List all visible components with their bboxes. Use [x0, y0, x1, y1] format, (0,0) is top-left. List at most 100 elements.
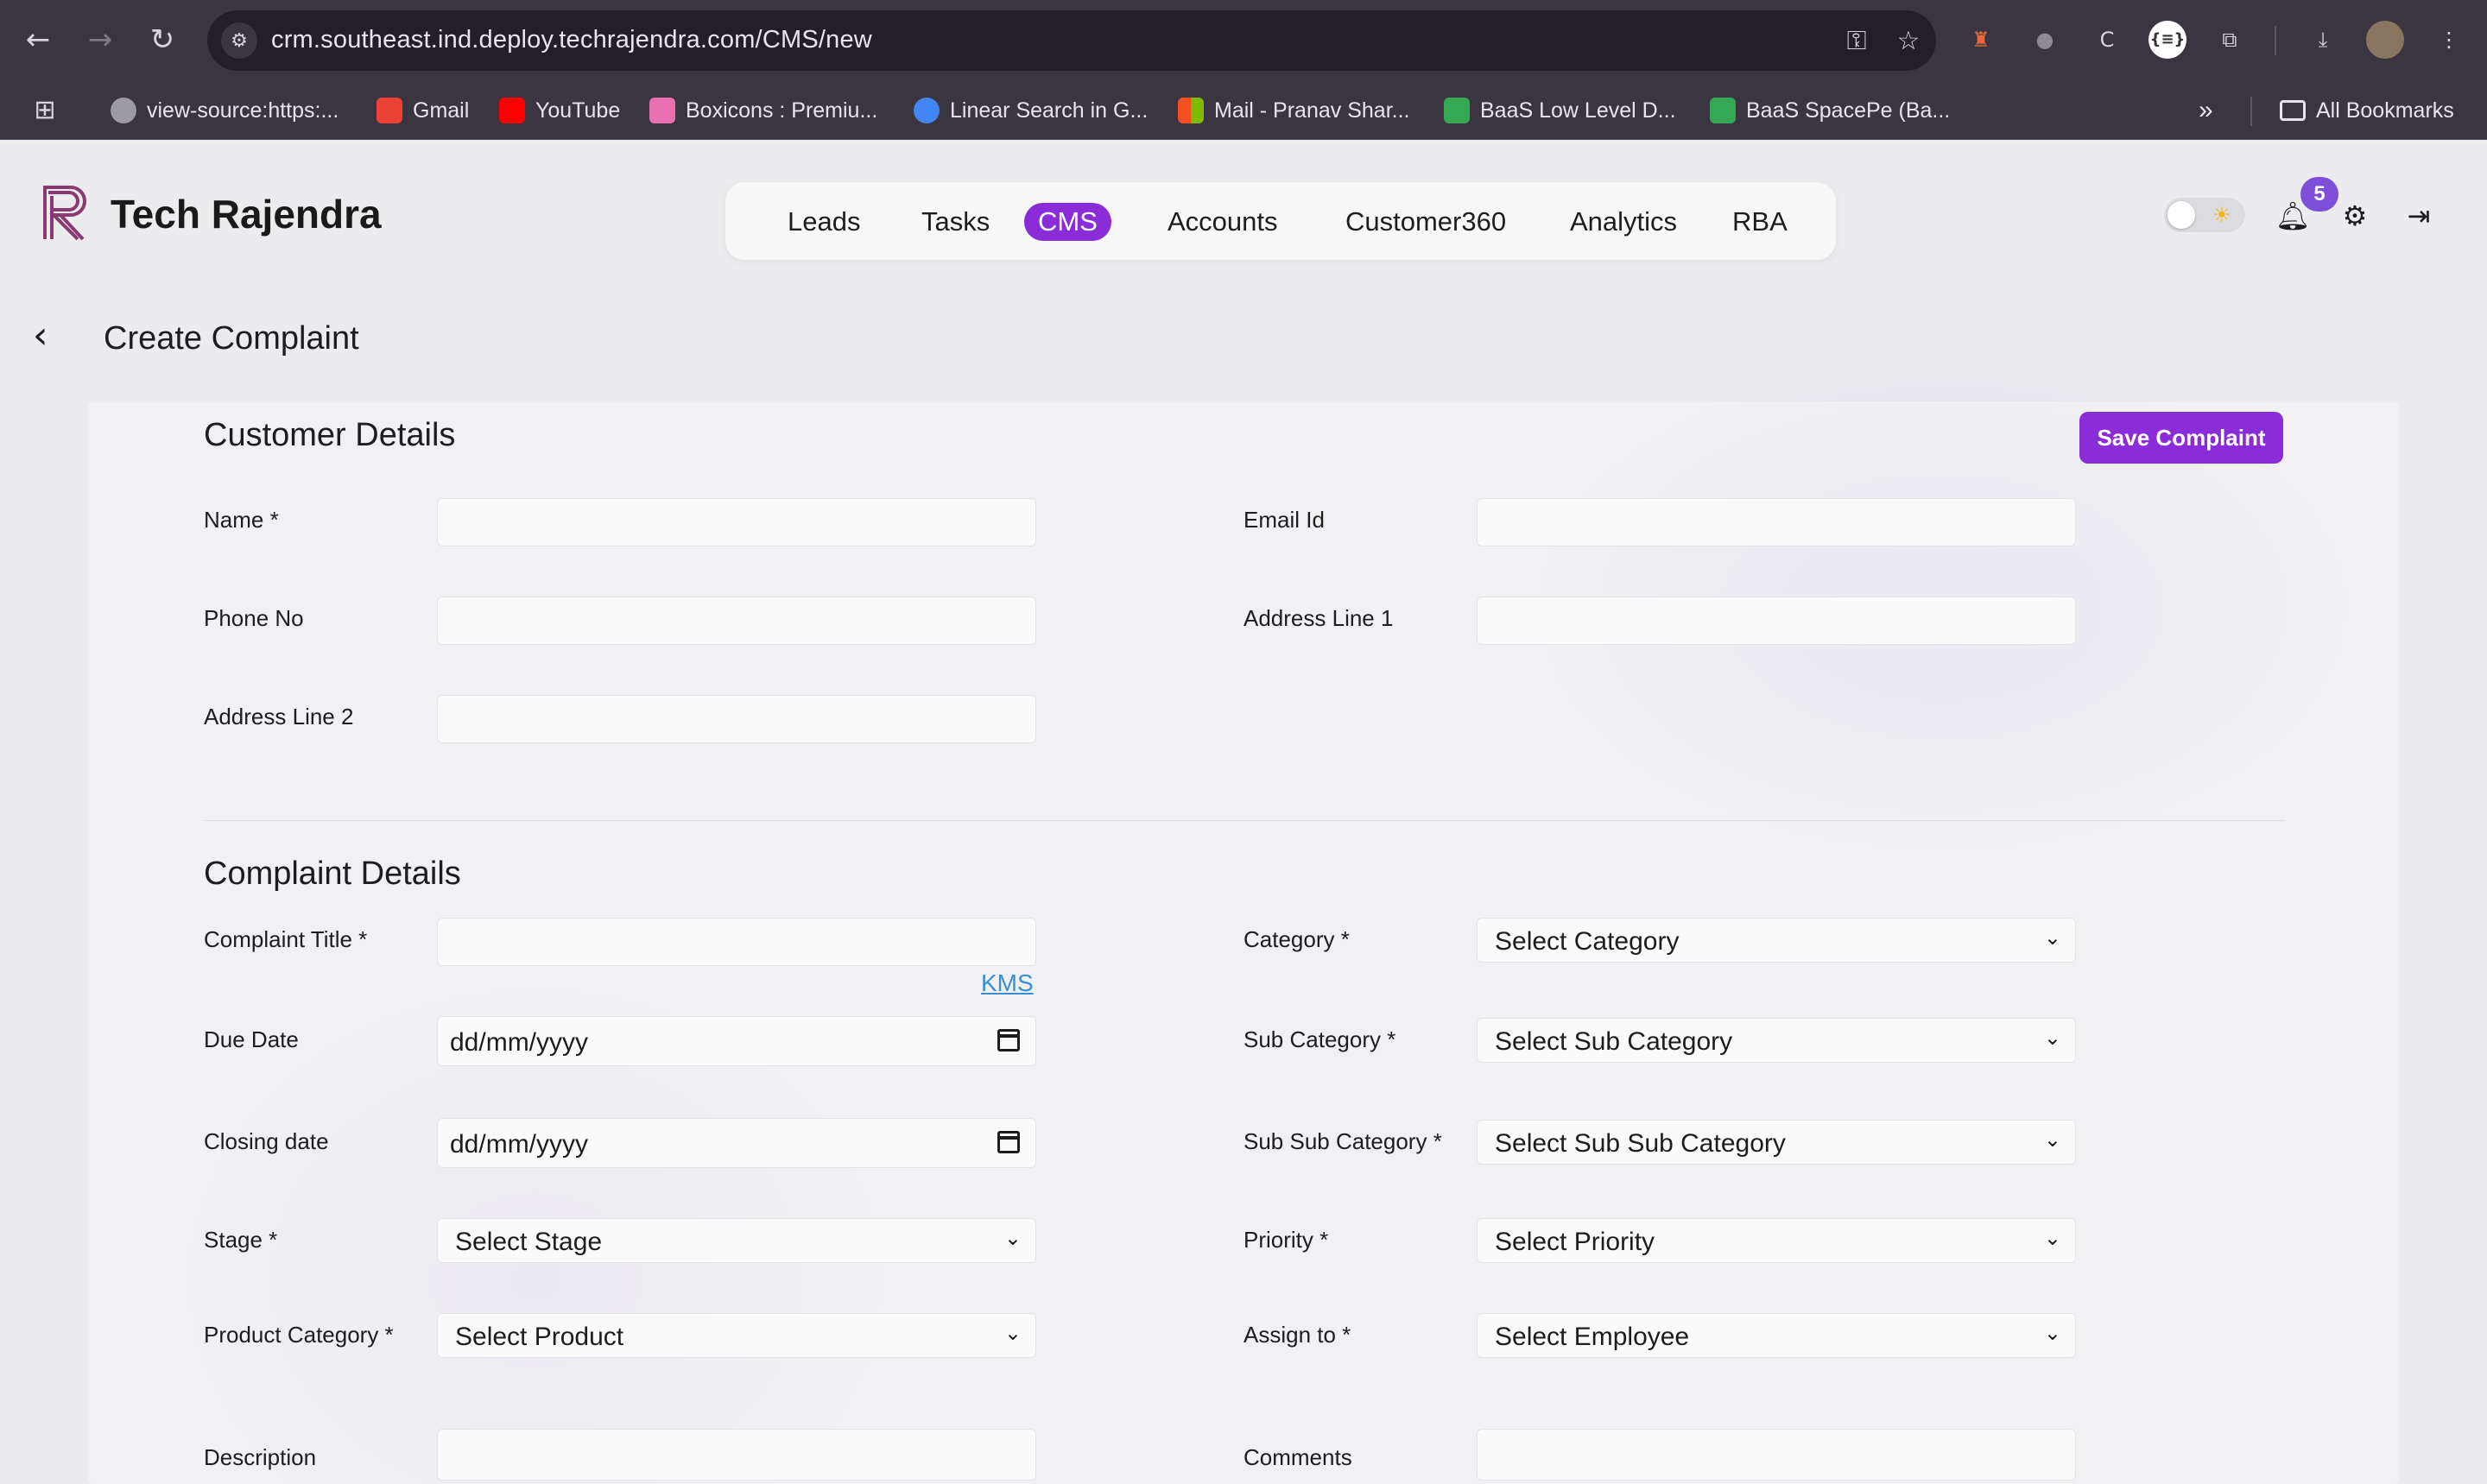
- priority-value: Select Priority: [1495, 1228, 1655, 1256]
- brand-name[interactable]: Tech Rajendra: [111, 191, 382, 237]
- customer-details-heading: Customer Details: [204, 417, 456, 453]
- assign-to-select[interactable]: Select Employee ⌄: [1477, 1313, 2076, 1358]
- category-select[interactable]: Select Category ⌄: [1477, 918, 2076, 963]
- product-category-label: Product Category *: [204, 1322, 394, 1348]
- puzzle-icon[interactable]: ⧉: [2211, 21, 2249, 59]
- nav-customer360[interactable]: Customer360: [1332, 203, 1520, 241]
- bookmarks-overflow-icon[interactable]: »: [2199, 95, 2213, 126]
- theme-toggle[interactable]: ☀: [2164, 198, 2245, 232]
- email-input[interactable]: [1477, 498, 2076, 546]
- priority-label: Priority *: [1244, 1227, 1329, 1253]
- bookmark-item[interactable]: view-source:https:...: [111, 95, 339, 126]
- bookmarks-divider: [2250, 97, 2252, 126]
- address2-label: Address Line 2: [204, 704, 354, 729]
- sun-icon: ☀: [2212, 203, 2231, 227]
- nav-tasks[interactable]: Tasks: [908, 203, 1003, 241]
- password-key-icon[interactable]: ⚿: [1839, 24, 1874, 59]
- gear-icon[interactable]: ⚙: [2337, 198, 2373, 234]
- globe-icon: [111, 98, 136, 123]
- product-category-select[interactable]: Select Product ⌄: [437, 1313, 1036, 1358]
- subsubcategory-value: Select Sub Sub Category: [1495, 1129, 1786, 1158]
- extension-icon[interactable]: ♜: [1962, 21, 2000, 59]
- chevron-down-icon: ⌄: [2043, 1321, 2061, 1345]
- bookmark-item[interactable]: BaaS SpacePe (Ba...: [1710, 95, 1950, 126]
- save-complaint-button[interactable]: Save Complaint: [2079, 412, 2283, 464]
- description-label: Description: [204, 1444, 317, 1470]
- address1-input[interactable]: [1477, 597, 2076, 645]
- back-arrow-icon[interactable]: ←: [17, 19, 59, 60]
- bookmark-item[interactable]: YouTube: [499, 95, 620, 126]
- profile-avatar[interactable]: [2366, 21, 2404, 59]
- forward-arrow-icon[interactable]: →: [79, 19, 121, 60]
- kms-link[interactable]: KMS: [981, 969, 1034, 997]
- sheets-icon: [1444, 98, 1470, 123]
- due-date-input[interactable]: dd/mm/yyyy: [437, 1016, 1036, 1066]
- back-chevron-icon[interactable]: ‹: [33, 313, 48, 357]
- comments-input[interactable]: [1477, 1429, 2076, 1481]
- logout-icon[interactable]: ⇥: [2401, 198, 2437, 234]
- main-nav: Leads Tasks CMS Accounts Customer360 Ana…: [725, 182, 1836, 260]
- menu-kebab-icon[interactable]: ⋮: [2430, 21, 2468, 59]
- email-label: Email Id: [1244, 507, 1325, 533]
- boxicons-icon: [649, 98, 675, 123]
- address2-input[interactable]: [437, 695, 1036, 743]
- sheets-icon: [1710, 98, 1736, 123]
- chevron-down-icon: ⌄: [1003, 1226, 1022, 1250]
- nav-leads[interactable]: Leads: [774, 203, 874, 241]
- closing-date-input[interactable]: dd/mm/yyyy: [437, 1118, 1036, 1168]
- extension-icon[interactable]: ●: [2026, 21, 2064, 59]
- url-text[interactable]: crm.southeast.ind.deploy.techrajendra.co…: [271, 26, 872, 54]
- chevron-down-icon: ⌄: [2043, 1226, 2061, 1250]
- phone-input[interactable]: [437, 597, 1036, 645]
- bookmark-item[interactable]: Gmail: [377, 95, 469, 126]
- category-label: Category *: [1244, 926, 1350, 952]
- calendar-icon[interactable]: [997, 1131, 1020, 1153]
- calendar-icon[interactable]: [997, 1029, 1020, 1051]
- subcategory-value: Select Sub Category: [1495, 1027, 1733, 1056]
- bookmark-item[interactable]: BaaS Low Level D...: [1444, 95, 1676, 126]
- reload-icon[interactable]: ↻: [142, 19, 183, 60]
- extension-icon[interactable]: C: [2088, 21, 2126, 59]
- nav-rba[interactable]: RBA: [1718, 203, 1801, 241]
- microsoft-icon: [1178, 98, 1204, 123]
- nav-cms[interactable]: CMS: [1024, 203, 1111, 241]
- phone-label: Phone No: [204, 605, 304, 631]
- apps-grid-icon[interactable]: ⊞: [24, 90, 66, 131]
- all-bookmarks[interactable]: All Bookmarks: [2280, 95, 2454, 126]
- bookmark-star-icon[interactable]: ☆: [1891, 24, 1926, 59]
- name-input[interactable]: [437, 498, 1036, 546]
- subcategory-label: Sub Category *: [1244, 1026, 1396, 1052]
- complaint-title-label: Complaint Title *: [204, 926, 368, 952]
- site-info-icon[interactable]: ⚙: [221, 22, 257, 59]
- app-root: Tech Rajendra Leads Tasks CMS Accounts C…: [0, 141, 2487, 1484]
- subsubcategory-label: Sub Sub Category *: [1244, 1128, 1442, 1154]
- nav-accounts[interactable]: Accounts: [1154, 203, 1292, 241]
- address-bar[interactable]: ⚙ crm.southeast.ind.deploy.techrajendra.…: [207, 10, 1936, 71]
- chevron-down-icon: ⌄: [2043, 1127, 2061, 1152]
- subsubcategory-select[interactable]: Select Sub Sub Category ⌄: [1477, 1120, 2076, 1165]
- bookmark-item[interactable]: Boxicons : Premiu...: [649, 95, 877, 126]
- bookmark-item[interactable]: Linear Search in G...: [914, 95, 1148, 126]
- stage-label: Stage *: [204, 1227, 278, 1253]
- page-title: Create Complaint: [104, 320, 359, 357]
- bookmark-item[interactable]: Mail - Pranav Shar...: [1178, 95, 1409, 126]
- chevron-down-icon: ⌄: [1003, 1321, 1022, 1345]
- brand-logo[interactable]: [40, 184, 93, 241]
- youtube-icon: [499, 98, 525, 123]
- priority-select[interactable]: Select Priority ⌄: [1477, 1218, 2076, 1263]
- description-input[interactable]: [437, 1429, 1036, 1481]
- stage-select[interactable]: Select Stage ⌄: [437, 1218, 1036, 1263]
- chevron-down-icon: ⌄: [2043, 1026, 2061, 1050]
- complaint-title-input[interactable]: [437, 918, 1036, 966]
- closing-date-label: Closing date: [204, 1128, 329, 1154]
- toolbar-divider: [2275, 26, 2276, 55]
- product-category-value: Select Product: [455, 1323, 624, 1351]
- nav-analytics[interactable]: Analytics: [1556, 203, 1691, 241]
- assign-to-value: Select Employee: [1495, 1323, 1690, 1351]
- subcategory-select[interactable]: Select Sub Category ⌄: [1477, 1018, 2076, 1063]
- section-divider: [204, 820, 2285, 821]
- download-icon[interactable]: ⤓: [2304, 21, 2342, 59]
- extension-json-icon[interactable]: {≡}: [2148, 21, 2186, 59]
- due-date-placeholder: dd/mm/yyyy: [450, 1028, 589, 1057]
- closing-date-placeholder: dd/mm/yyyy: [450, 1130, 589, 1159]
